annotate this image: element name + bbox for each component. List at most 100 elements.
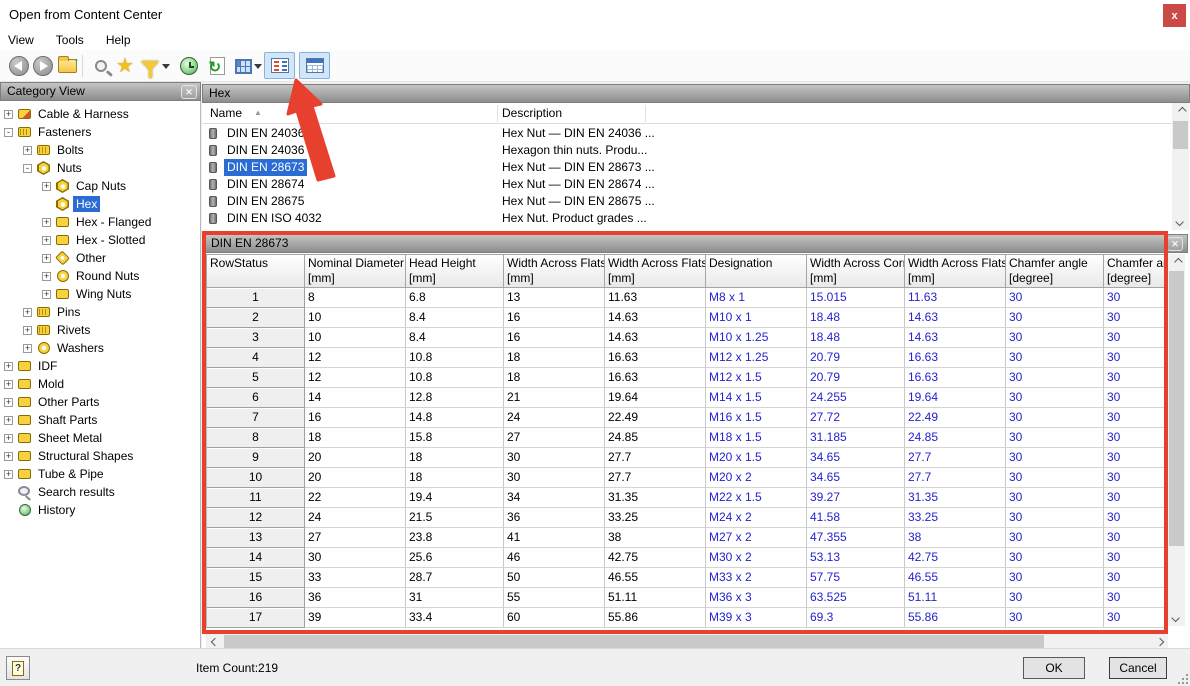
list-item-din-en-28675[interactable]: DIN EN 28675 Hex Nut — DIN EN 28675 ... [202,193,1172,210]
tree-item-round-nuts[interactable]: + Round Nuts [0,267,199,285]
plus-expander-icon[interactable]: + [23,145,32,155]
plus-expander-icon[interactable]: + [42,271,51,281]
tree-item-cable-harness[interactable]: + Cable & Harness [0,105,199,123]
table-vertical-scrollbar[interactable] [1168,254,1185,626]
table-row[interactable]: 15 33 28.7 50 46.55 M33 x 2 57.75 46.55 30 30 [207,568,1164,588]
filter-caret-button[interactable] [160,53,172,79]
list-item-din-en-28673[interactable]: DIN EN 28673 Hex Nut — DIN EN 28673 ... [202,159,1172,176]
table-column-header-1[interactable]: Nominal Diameter [mm] [305,255,406,288]
table-row[interactable]: 8 18 15.8 27 24.85 M18 x 1.5 31.185 24.85 30 30 [207,428,1164,448]
plus-expander-icon[interactable]: + [23,325,32,335]
plus-expander-icon[interactable]: + [42,181,51,191]
tree-item-other-parts[interactable]: + Other Parts [0,393,199,411]
plus-expander-icon[interactable]: + [4,415,13,425]
table-row[interactable]: 17 39 33.4 60 55.86 M39 x 3 69.3 55.86 30 30 [207,608,1164,628]
table-column-header-4[interactable]: Width Across Flats [mm] [605,255,706,288]
table-column-header-8[interactable]: Chamfer angle [degree] [1006,255,1104,288]
tree-item-nuts[interactable]: - Nuts [0,159,199,177]
plus-expander-icon[interactable]: + [42,253,51,263]
table-column-header-5[interactable]: Designation [706,255,807,288]
table-row[interactable]: 10 20 18 30 27.7 M20 x 2 34.65 27.7 30 30 [207,468,1164,488]
table-column-header-7[interactable]: Width Across Flats [mm] [905,255,1006,288]
table-row[interactable]: 4 12 10.8 18 16.63 M12 x 1.25 20.79 16.63 30 30 [207,348,1164,368]
scroll-down-button[interactable] [1168,610,1185,626]
table-row[interactable]: 5 12 10.8 18 16.63 M12 x 1.5 20.79 16.63 30 30 [207,368,1164,388]
tree-item-shaft-parts[interactable]: + Shaft Parts [0,411,199,429]
tree-item-pins[interactable]: + Pins [0,303,199,321]
table-row[interactable]: 7 16 14.8 24 22.49 M16 x 1.5 27.72 22.49 30 30 [207,408,1164,428]
scrollbar-thumb[interactable] [224,635,1044,649]
column-divider[interactable] [645,105,646,122]
tree-item-rivets[interactable]: + Rivets [0,321,199,339]
table-view-button[interactable] [299,52,330,79]
favorites-button[interactable]: ★ [112,53,138,79]
list-item-din-en-28674[interactable]: DIN EN 28674 Hex Nut — DIN EN 28674 ... [202,176,1172,193]
resize-grip[interactable] [1176,672,1188,684]
plus-expander-icon[interactable]: + [4,451,13,461]
plus-expander-icon[interactable]: + [4,379,13,389]
tree-item-sheet-metal[interactable]: + Sheet Metal [0,429,199,447]
up-one-level-button[interactable]: ↑ [54,53,80,79]
category-view-close-icon[interactable]: ✕ [181,85,197,99]
table-row[interactable]: 1 8 6.8 13 11.63 M8 x 1 15.015 11.63 30 30 [207,288,1164,308]
tree-item-mold[interactable]: + Mold [0,375,199,393]
tree-item-washers[interactable]: + Washers [0,339,199,357]
table-row[interactable]: 6 14 12.8 21 19.64 M14 x 1.5 24.255 19.64 30 30 [207,388,1164,408]
table-column-header-2[interactable]: Head Height [mm] [406,255,504,288]
tree-item-bolts[interactable]: + Bolts [0,141,199,159]
help-button[interactable]: ? [6,656,30,680]
list-item-din-en-iso-4032[interactable]: DIN EN ISO 4032 Hex Nut. Product grades .… [202,210,1172,227]
table-column-header-0[interactable]: RowStatus [207,255,305,288]
plus-expander-icon[interactable]: + [23,307,32,317]
table-row[interactable]: 14 30 25.6 46 42.75 M30 x 2 53.13 42.75 30 30 [207,548,1164,568]
history-button[interactable] [176,53,202,79]
tree-item-structural-shapes[interactable]: + Structural Shapes [0,447,199,465]
minus-expander-icon[interactable]: - [23,163,32,173]
tree-item-search-results[interactable]: Search results [0,483,199,501]
tree-item-fasteners[interactable]: - Fasteners [0,123,199,141]
tree-item-idf[interactable]: + IDF [0,357,199,375]
tree-item-hex-flanged[interactable]: + Hex - Flanged [0,213,199,231]
table-row[interactable]: 12 24 21.5 36 33.25 M24 x 2 41.58 33.25 30 30 [207,508,1164,528]
table-row[interactable]: 11 22 19.4 34 31.35 M22 x 1.5 39.27 31.35 30 30 [207,488,1164,508]
table-column-header-9[interactable]: Chamfer angle[degree] [1104,255,1164,288]
plus-expander-icon[interactable]: + [4,361,13,371]
table-row[interactable]: 16 36 31 55 51.11 M36 x 3 63.525 51.11 30 30 [207,588,1164,608]
column-header-name[interactable]: Name [210,106,242,120]
plus-expander-icon[interactable]: + [4,397,13,407]
table-row[interactable]: 13 27 23.8 41 38 M27 x 2 47.355 38 30 30 [207,528,1164,548]
plus-expander-icon[interactable]: + [42,217,51,227]
scroll-down-button[interactable] [1172,214,1189,230]
scrollbar-thumb[interactable] [1173,121,1188,149]
table-row[interactable]: 2 10 8.4 16 14.63 M10 x 1 18.48 14.63 30 30 [207,308,1164,328]
plus-expander-icon[interactable]: + [42,235,51,245]
plus-expander-icon[interactable]: + [4,469,13,479]
tree-item-history[interactable]: History [0,501,199,519]
family-table-close-icon[interactable]: ✕ [1167,237,1183,251]
table-row[interactable]: 9 20 18 30 27.7 M20 x 1.5 34.65 27.7 30 30 [207,448,1164,468]
ok-button[interactable]: OK [1023,657,1085,679]
part-view-button[interactable] [264,52,295,79]
table-row[interactable]: 3 10 8.4 16 14.63 M10 x 1.25 18.48 14.63 30 30 [207,328,1164,348]
tree-item-other[interactable]: + Other [0,249,199,267]
list-vertical-scrollbar[interactable] [1172,103,1189,230]
list-item-din-en-24036[interactable]: DIN EN 24036 Hex Nut — DIN EN 24036 ... [202,125,1172,142]
scroll-up-button[interactable] [1168,254,1185,270]
back-button[interactable] [6,53,32,79]
scrollbar-thumb[interactable] [1169,271,1184,546]
list-item-din-en-24036[interactable]: DIN EN 24036 Hexagon thin nuts. Produ... [202,142,1172,159]
plus-expander-icon[interactable]: + [23,343,32,353]
forward-button[interactable] [30,53,56,79]
tree-item-tube-pipe[interactable]: + Tube & Pipe [0,465,199,483]
cancel-button[interactable]: Cancel [1109,657,1167,679]
minus-expander-icon[interactable]: - [4,127,13,137]
tree-item-wing-nuts[interactable]: + Wing Nuts [0,285,199,303]
window-close-button[interactable]: x [1163,4,1186,27]
menu-view[interactable]: View [0,30,42,47]
menu-tools[interactable]: Tools [48,30,92,47]
tree-item-cap-nuts[interactable]: + Cap Nuts [0,177,199,195]
column-divider[interactable] [497,105,498,122]
plus-expander-icon[interactable]: + [4,433,13,443]
scroll-up-button[interactable] [1172,103,1189,119]
plus-expander-icon[interactable]: + [4,109,13,119]
